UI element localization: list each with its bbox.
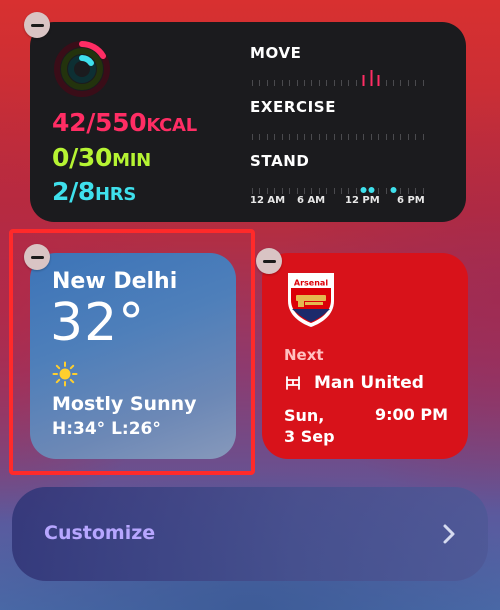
hour-tick: [360, 187, 367, 193]
arsenal-crest-icon: Arsenal: [288, 273, 334, 327]
exercise-stat: 0/30MIN: [52, 143, 151, 172]
football-widget[interactable]: Arsenal Next Man United Sun, 3 Sep 9:00 …: [262, 253, 468, 459]
stand-chart-label: STAND: [250, 152, 310, 170]
hour-label: 12 PM: [345, 195, 380, 206]
exercise-ticks: [250, 122, 428, 140]
opponent-name: Man United: [314, 373, 424, 393]
move-ticks: [250, 68, 428, 86]
minus-icon: [262, 259, 276, 263]
move-stat: 42/550KCAL: [52, 108, 197, 137]
hour-label: 12 AM: [250, 195, 286, 206]
weather-widget[interactable]: New Delhi 32° Mostly Sunny H:34° L:26°: [30, 253, 236, 459]
hour-tick: [390, 187, 397, 193]
remove-football-button[interactable]: [256, 248, 282, 274]
hour-tick: [368, 187, 375, 193]
exercise-chart-label: EXERCISE: [250, 98, 337, 116]
customize-button[interactable]: Customize: [12, 487, 488, 581]
next-match-label: Next: [284, 346, 324, 364]
hour-axis: 12 AM 6 AM 12 PM 6 PM: [250, 195, 440, 211]
remove-weather-button[interactable]: [24, 244, 50, 270]
svg-text:Arsenal: Arsenal: [294, 279, 328, 288]
exercise-unit: MIN: [112, 150, 151, 171]
sun-icon: [52, 361, 78, 387]
move-chart: MOVE: [250, 44, 428, 86]
remove-activity-button[interactable]: [24, 12, 50, 38]
stand-unit: HRS: [95, 184, 137, 205]
stand-chart: STAND: [250, 152, 428, 194]
chevron-right-icon: [443, 524, 455, 544]
minus-icon: [30, 255, 44, 259]
exercise-chart: EXERCISE: [250, 98, 428, 140]
activity-widget[interactable]: 42/550KCAL 0/30MIN 2/8HRS MOVE EXERCISE …: [30, 22, 466, 222]
match-date-day: 3 Sep: [284, 427, 335, 446]
move-chart-label: MOVE: [250, 44, 302, 62]
match-kickoff-time: 9:00 PM: [374, 405, 448, 424]
match-day: Sun,: [284, 406, 325, 425]
exercise-value: 0/30: [52, 143, 113, 172]
stadium-icon: [286, 376, 300, 390]
stand-ticks: [250, 176, 428, 194]
stand-value: 2/8: [52, 177, 96, 206]
stand-stat: 2/8HRS: [52, 177, 136, 206]
weather-temperature: 32°: [50, 293, 146, 353]
move-value: 42/550: [52, 108, 147, 137]
opponent-row: Man United: [284, 373, 424, 393]
hour-label: 6 PM: [397, 195, 425, 206]
activity-rings-icon: [54, 41, 110, 97]
customize-label: Customize: [44, 522, 156, 544]
weather-condition: Mostly Sunny: [52, 393, 197, 415]
move-unit: KCAL: [146, 115, 197, 136]
minus-icon: [30, 23, 44, 27]
match-date: Sun, 3 Sep: [284, 405, 335, 447]
hour-label: 6 AM: [297, 195, 326, 206]
weather-city: New Delhi: [52, 269, 178, 294]
weather-high-low: H:34° L:26°: [52, 419, 161, 439]
